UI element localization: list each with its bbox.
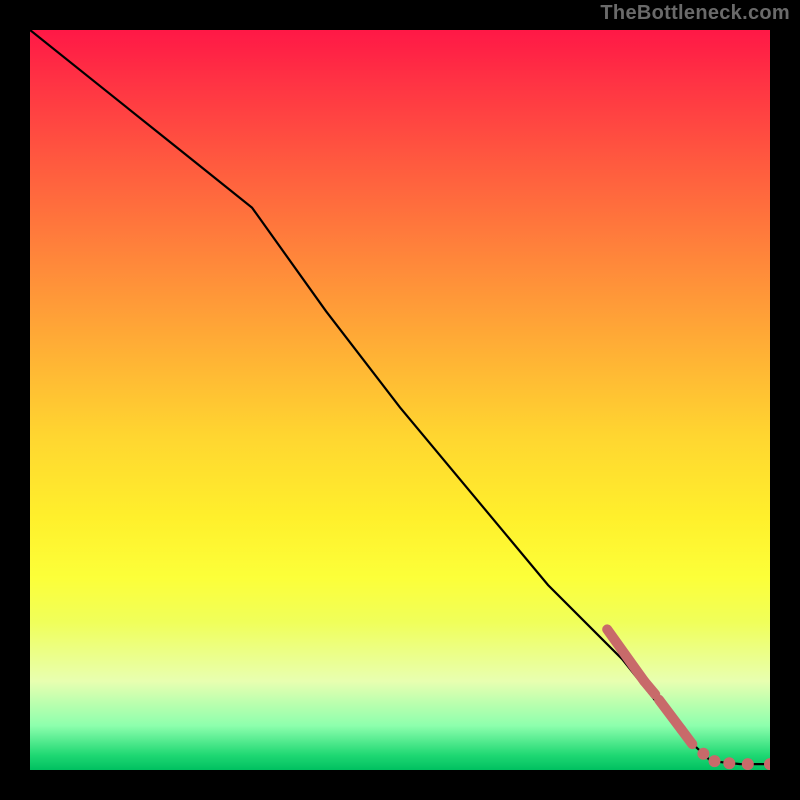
data-segment xyxy=(681,729,692,744)
marker-group xyxy=(607,629,770,770)
data-point xyxy=(723,757,735,769)
data-point xyxy=(764,758,770,770)
data-point xyxy=(709,755,721,767)
chart-frame: TheBottleneck.com xyxy=(0,0,800,800)
data-point xyxy=(742,758,754,770)
watermark-text: TheBottleneck.com xyxy=(600,2,790,25)
data-segment xyxy=(644,681,655,694)
plot-area xyxy=(30,30,770,770)
data-segment xyxy=(607,629,644,681)
data-segment xyxy=(659,700,681,730)
data-point xyxy=(697,748,709,760)
chart-svg xyxy=(30,30,770,770)
curve-line xyxy=(30,30,770,764)
